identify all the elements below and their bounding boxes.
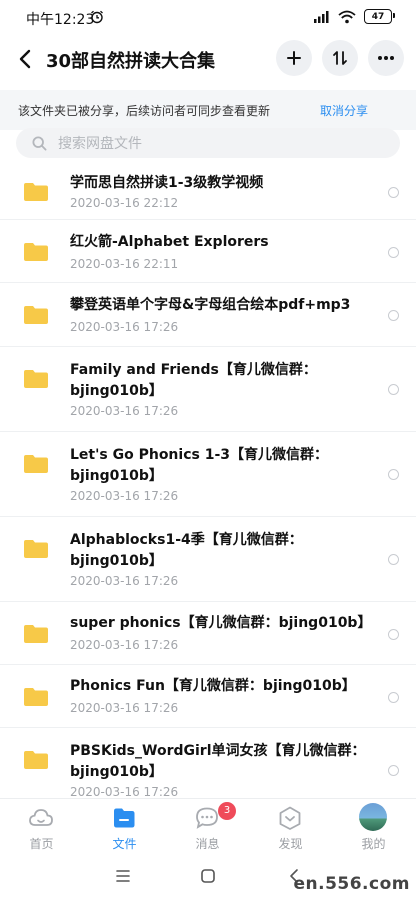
home-icon[interactable]: [197, 866, 219, 886]
nav-profile[interactable]: 我的: [332, 799, 415, 851]
cloud-icon: [29, 809, 53, 826]
status-time: 中午12:23: [26, 12, 95, 28]
nav-label: 我的: [361, 837, 386, 851]
back-icon[interactable]: [16, 48, 36, 70]
file-date: 2020-03-16 22:11: [70, 257, 179, 271]
battery-level: 47: [371, 11, 385, 22]
folder-icon: [24, 625, 48, 643]
file-name: super phonics【育儿微信群：bjing010b】: [70, 615, 372, 631]
nav-label: 文件: [112, 837, 137, 851]
folder-icon: [24, 243, 48, 261]
nav-label: 发现: [278, 837, 303, 851]
nav-files[interactable]: 文件: [83, 799, 166, 851]
avatar: [359, 803, 387, 831]
list-item[interactable]: 红火箭-Alphabet Explorers 2020-03-16 22:11: [0, 220, 416, 283]
folder-icon: [24, 751, 48, 769]
status-icons: 47: [312, 9, 395, 24]
list-item[interactable]: 学而思自然拼读1-3级教学视频 2020-03-16 22:12: [0, 164, 416, 220]
select-radio[interactable]: [388, 187, 399, 198]
select-radio[interactable]: [388, 469, 399, 480]
discover-icon: [279, 806, 301, 830]
file-name: 学而思自然拼读1-3级教学视频: [70, 175, 264, 191]
list-item[interactable]: Family and Friends【育儿微信群：bjing010b】 2020…: [0, 347, 416, 432]
file-date: 2020-03-16 17:26: [70, 489, 179, 503]
sort-button[interactable]: [322, 40, 358, 76]
search-input[interactable]: [56, 133, 380, 155]
list-item[interactable]: PBSKids_WordGirl单词女孩【育儿微信群：bjing010b】 20…: [0, 728, 416, 796]
header: 30部自然拼读大合集: [0, 36, 416, 82]
wifi-icon: [338, 10, 356, 23]
file-name: 红火箭-Alphabet Explorers: [70, 234, 269, 250]
nav-home[interactable]: 首页: [0, 799, 83, 851]
folder-icon: [24, 183, 48, 201]
select-radio[interactable]: [388, 692, 399, 703]
file-name: Family and Friends【育儿微信群：bjing010b】: [70, 362, 317, 399]
share-banner: 该文件夹已被分享，后续访问者可同步查看更新 取消分享: [0, 90, 416, 130]
nav-discover[interactable]: 发现: [249, 799, 332, 851]
file-name: PBSKids_WordGirl单词女孩【育儿微信群：bjing010b】: [70, 743, 366, 780]
list-item[interactable]: Alphablocks1-4季【育儿微信群：bjing010b】 2020-03…: [0, 517, 416, 602]
folder-icon: [24, 540, 48, 558]
more-button[interactable]: [368, 40, 404, 76]
alarm-icon: [91, 10, 103, 24]
select-radio[interactable]: [388, 629, 399, 640]
sort-icon: [333, 51, 347, 65]
select-radio[interactable]: [388, 310, 399, 321]
menu-icon[interactable]: [112, 866, 134, 886]
more-icon: [378, 56, 394, 60]
list-item[interactable]: Let's Go Phonics 1-3【育儿微信群：bjing010b】 20…: [0, 432, 416, 517]
list-item[interactable]: 攀登英语单个字母&字母组合绘本pdf+mp3 2020-03-16 17:26: [0, 283, 416, 347]
file-list: 学而思自然拼读1-3级教学视频 2020-03-16 22:12 红火箭-Alp…: [0, 164, 416, 796]
list-item[interactable]: Phonics Fun【育儿微信群：bjing010b】 2020-03-16 …: [0, 665, 416, 728]
bottom-nav: 首页 文件 消息 发现 我的 3: [0, 798, 416, 851]
file-date: 2020-03-16 17:26: [70, 785, 179, 796]
share-notice: 该文件夹已被分享，后续访问者可同步查看更新: [18, 104, 271, 118]
file-name: Let's Go Phonics 1-3【育儿微信群：bjing010b】: [70, 447, 328, 484]
cancel-share-button[interactable]: 取消分享: [320, 102, 368, 119]
file-date: 2020-03-16 22:12: [70, 196, 179, 210]
signal-icon: [314, 10, 329, 23]
plus-icon: [287, 51, 301, 65]
file-name: 攀登英语单个字母&字母组合绘本pdf+mp3: [70, 297, 351, 313]
battery-icon: 47: [364, 9, 395, 24]
nav-messages[interactable]: 消息: [166, 799, 249, 851]
file-date: 2020-03-16 17:26: [70, 701, 179, 715]
status-bar: 中午12:23 47: [0, 0, 416, 34]
search-icon: [32, 136, 47, 151]
folder-icon: [24, 370, 48, 388]
select-radio[interactable]: [388, 765, 399, 776]
folder-icon: [24, 688, 48, 706]
folder-icon: [24, 306, 48, 324]
add-button[interactable]: [276, 40, 312, 76]
folder-icon: [24, 455, 48, 473]
list-item[interactable]: super phonics【育儿微信群：bjing010b】 2020-03-1…: [0, 602, 416, 665]
file-date: 2020-03-16 17:26: [70, 638, 179, 652]
file-name: Alphablocks1-4季【育儿微信群：bjing010b】: [70, 532, 303, 569]
nav-label: 首页: [29, 837, 54, 851]
page-title: 30部自然拼读大合集: [46, 51, 216, 72]
select-radio[interactable]: [388, 554, 399, 565]
search-box[interactable]: [16, 128, 400, 158]
file-icon: [114, 808, 135, 828]
file-date: 2020-03-16 17:26: [70, 320, 179, 334]
select-radio[interactable]: [388, 247, 399, 258]
select-radio[interactable]: [388, 384, 399, 395]
file-date: 2020-03-16 17:26: [70, 404, 179, 418]
nav-label: 消息: [195, 837, 220, 851]
file-date: 2020-03-16 17:26: [70, 574, 179, 588]
file-name: Phonics Fun【育儿微信群：bjing010b】: [70, 678, 356, 694]
system-nav: en.556.com: [0, 852, 416, 900]
message-icon: [196, 807, 218, 829]
watermark: en.556.com: [293, 874, 410, 894]
message-badge: 3: [218, 802, 236, 820]
